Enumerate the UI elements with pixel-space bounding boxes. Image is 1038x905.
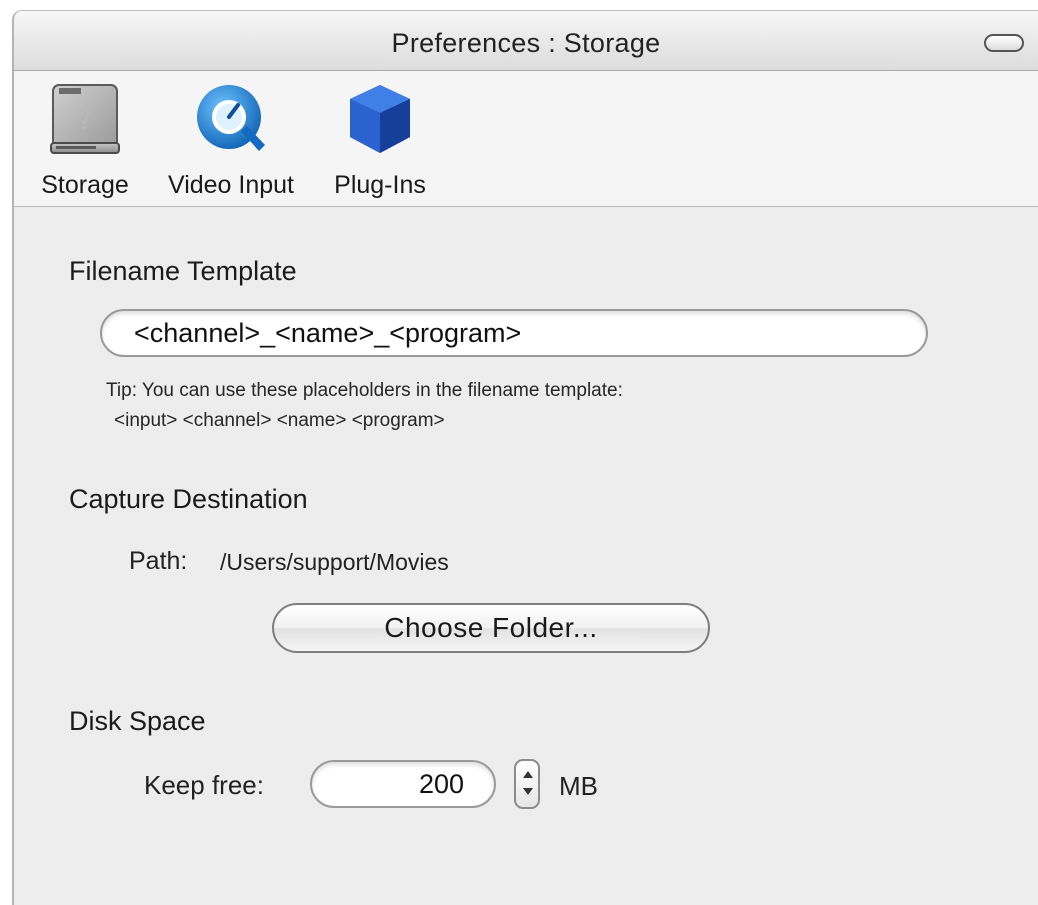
toolbar-item-storage[interactable]: ? Storage (32, 79, 138, 200)
filename-template-placeholders: <input> <channel> <name> <program> (114, 410, 445, 431)
preferences-window: Preferences : Storage ? Storage Video In… (12, 10, 1038, 905)
toolbar-item-label: Plug-Ins (334, 171, 426, 199)
preferences-toolbar: ? Storage Video Input Plug-Ins (14, 71, 1038, 207)
toolbar-item-label: Storage (41, 171, 129, 199)
path-label: Path: (129, 547, 188, 575)
quicktime-icon (197, 85, 265, 151)
keep-free-label: Keep free: (144, 770, 264, 800)
toolbar-toggle-button[interactable] (984, 34, 1024, 52)
filename-template-value: <channel>_<name>_<program> (134, 318, 522, 348)
toolbar-item-video-input[interactable]: Video Input (156, 79, 306, 200)
toolbar-item-plug-ins[interactable]: Plug-Ins (324, 79, 436, 200)
filename-template-heading: Filename Template (69, 256, 297, 286)
filename-template-input[interactable]: <channel>_<name>_<program> (100, 309, 928, 357)
window-title: Preferences : Storage (391, 28, 661, 58)
disk-space-heading: Disk Space (69, 706, 206, 736)
stepper-down-icon[interactable] (523, 788, 533, 795)
svg-text:?: ? (78, 106, 92, 136)
stepper-up-icon[interactable] (523, 771, 533, 778)
title-bar[interactable]: Preferences : Storage (14, 11, 1038, 71)
keep-free-value: 200 (418, 769, 464, 799)
keep-free-stepper[interactable] (514, 759, 540, 809)
toolbar-item-label: Video Input (167, 171, 295, 199)
path-value: /Users/support/Movies (220, 549, 449, 575)
capture-destination-heading: Capture Destination (69, 484, 308, 514)
choose-folder-button[interactable]: Choose Folder... (272, 603, 710, 653)
hard-drive-icon: ? (50, 84, 120, 154)
keep-free-input[interactable]: 200 (310, 760, 496, 808)
cube-icon (350, 85, 410, 153)
filename-template-tip: Tip: You can use these placeholders in t… (106, 380, 623, 401)
keep-free-unit: MB (559, 771, 598, 801)
